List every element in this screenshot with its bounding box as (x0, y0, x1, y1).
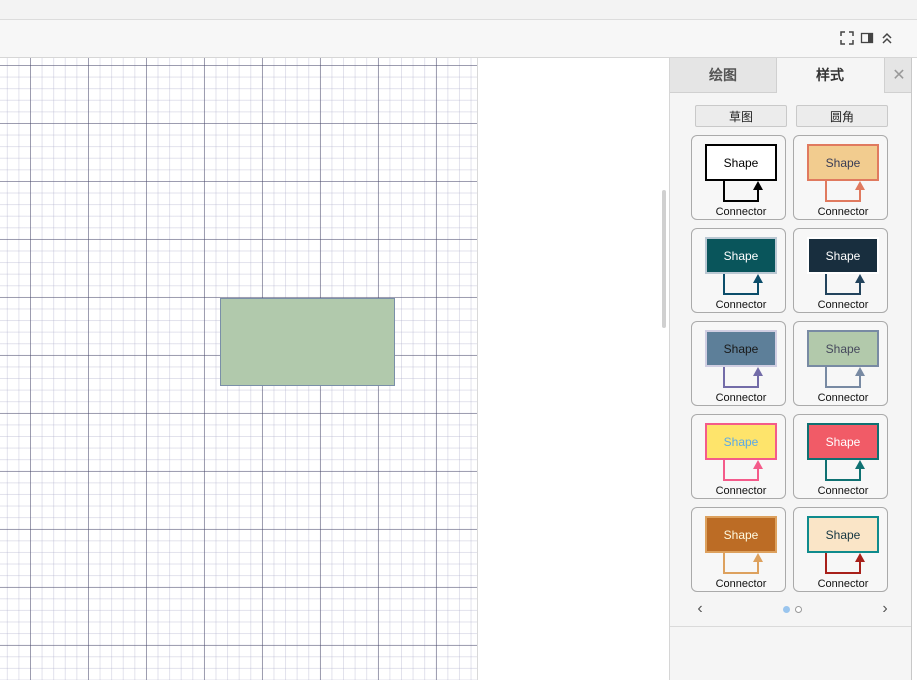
close-icon[interactable]: ✕ (884, 58, 913, 93)
preview-connector-line (825, 367, 861, 388)
preview-connector-label: Connector (716, 299, 767, 311)
preview-connector-line (723, 460, 759, 481)
style-preset-card[interactable]: Shape Connector (793, 414, 888, 499)
preview-arrowhead (855, 274, 865, 283)
preview-arrowhead (753, 553, 763, 562)
preview-shape-label: Shape (826, 342, 861, 356)
preview-shape-label: Shape (724, 249, 759, 263)
fullscreen-icon[interactable] (838, 29, 856, 47)
grid-canvas[interactable] (0, 58, 478, 680)
preview-arrowhead (753, 181, 763, 190)
preview-connector-label: Connector (818, 578, 869, 590)
style-preview: Shape Connector (705, 516, 777, 590)
rounded-style-button[interactable]: 圆角 (796, 105, 888, 127)
style-preset-card[interactable]: Shape Connector (691, 135, 786, 220)
style-preview: Shape Connector (807, 237, 879, 311)
style-preset-card[interactable]: Shape Connector (793, 321, 888, 406)
style-preview: Shape Connector (705, 423, 777, 497)
style-preview: Shape Connector (705, 144, 777, 218)
preview-connector-line (723, 367, 759, 388)
preview-connector-label: Connector (818, 299, 869, 311)
preview-connector-line (825, 460, 861, 481)
tab-drawing[interactable]: 绘图 (670, 58, 777, 93)
preview-shape-label: Shape (724, 156, 759, 170)
diagram-canvas-area[interactable] (0, 58, 669, 680)
preview-connector-label: Connector (818, 206, 869, 218)
page-dot[interactable] (795, 606, 802, 613)
preview-connector-line (825, 553, 861, 574)
style-preset-card[interactable]: Shape Connector (793, 507, 888, 592)
panel-scrollbar[interactable] (911, 58, 917, 680)
style-preview: Shape Connector (807, 423, 879, 497)
preview-connector-line (723, 181, 759, 202)
style-preview: Shape Connector (705, 330, 777, 404)
collapse-icon[interactable] (878, 29, 896, 47)
preview-shape-label: Shape (826, 435, 861, 449)
preview-arrowhead (855, 181, 865, 190)
preview-connector-line (825, 181, 861, 202)
style-preview: Shape Connector (705, 237, 777, 311)
preview-connector-label: Connector (716, 578, 767, 590)
preview-connector-label: Connector (818, 485, 869, 497)
preview-shape-label: Shape (724, 435, 759, 449)
preview-connector-line (723, 274, 759, 295)
tab-style[interactable]: 样式 (777, 58, 883, 92)
preview-arrowhead (855, 553, 865, 562)
preview-connector-label: Connector (716, 485, 767, 497)
preview-arrowhead (855, 460, 865, 469)
preview-connector-label: Connector (716, 206, 767, 218)
style-preset-card[interactable]: Shape Connector (793, 228, 888, 313)
preview-connector-line (825, 274, 861, 295)
style-preview: Shape Connector (807, 330, 879, 404)
page-dot[interactable] (783, 606, 790, 613)
toolbar (0, 20, 917, 58)
preview-connector-line (723, 553, 759, 574)
prev-page-icon[interactable]: ‹ (690, 599, 710, 619)
sketch-style-button[interactable]: 草图 (695, 105, 787, 127)
style-preset-card[interactable]: Shape Connector (691, 228, 786, 313)
preview-shape-label: Shape (826, 156, 861, 170)
panel-divider (670, 626, 912, 627)
preview-arrowhead (753, 367, 763, 376)
preview-arrowhead (855, 367, 865, 376)
selected-rectangle-shape[interactable] (220, 298, 395, 386)
window-top-strip (0, 0, 917, 20)
next-page-icon[interactable]: › (875, 599, 895, 619)
preview-connector-label: Connector (716, 392, 767, 404)
preview-arrowhead (753, 460, 763, 469)
preview-connector-label: Connector (818, 392, 869, 404)
format-panel: 绘图 样式 ✕ 草图 圆角 Shape Connector Shape Connect… (669, 58, 913, 680)
preview-shape-label: Shape (826, 249, 861, 263)
canvas-vertical-scrollbar[interactable] (662, 190, 666, 328)
preview-shape-label: Shape (826, 528, 861, 542)
style-preset-card[interactable]: Shape Connector (691, 414, 786, 499)
style-preset-card[interactable]: Shape Connector (691, 507, 786, 592)
style-preview: Shape Connector (807, 144, 879, 218)
preview-arrowhead (753, 274, 763, 283)
preview-shape-label: Shape (724, 528, 759, 542)
style-preview: Shape Connector (807, 516, 879, 590)
format-panel-icon[interactable] (858, 29, 876, 47)
style-preset-card[interactable]: Shape Connector (691, 321, 786, 406)
style-preset-card[interactable]: Shape Connector (793, 135, 888, 220)
preview-shape-label: Shape (724, 342, 759, 356)
